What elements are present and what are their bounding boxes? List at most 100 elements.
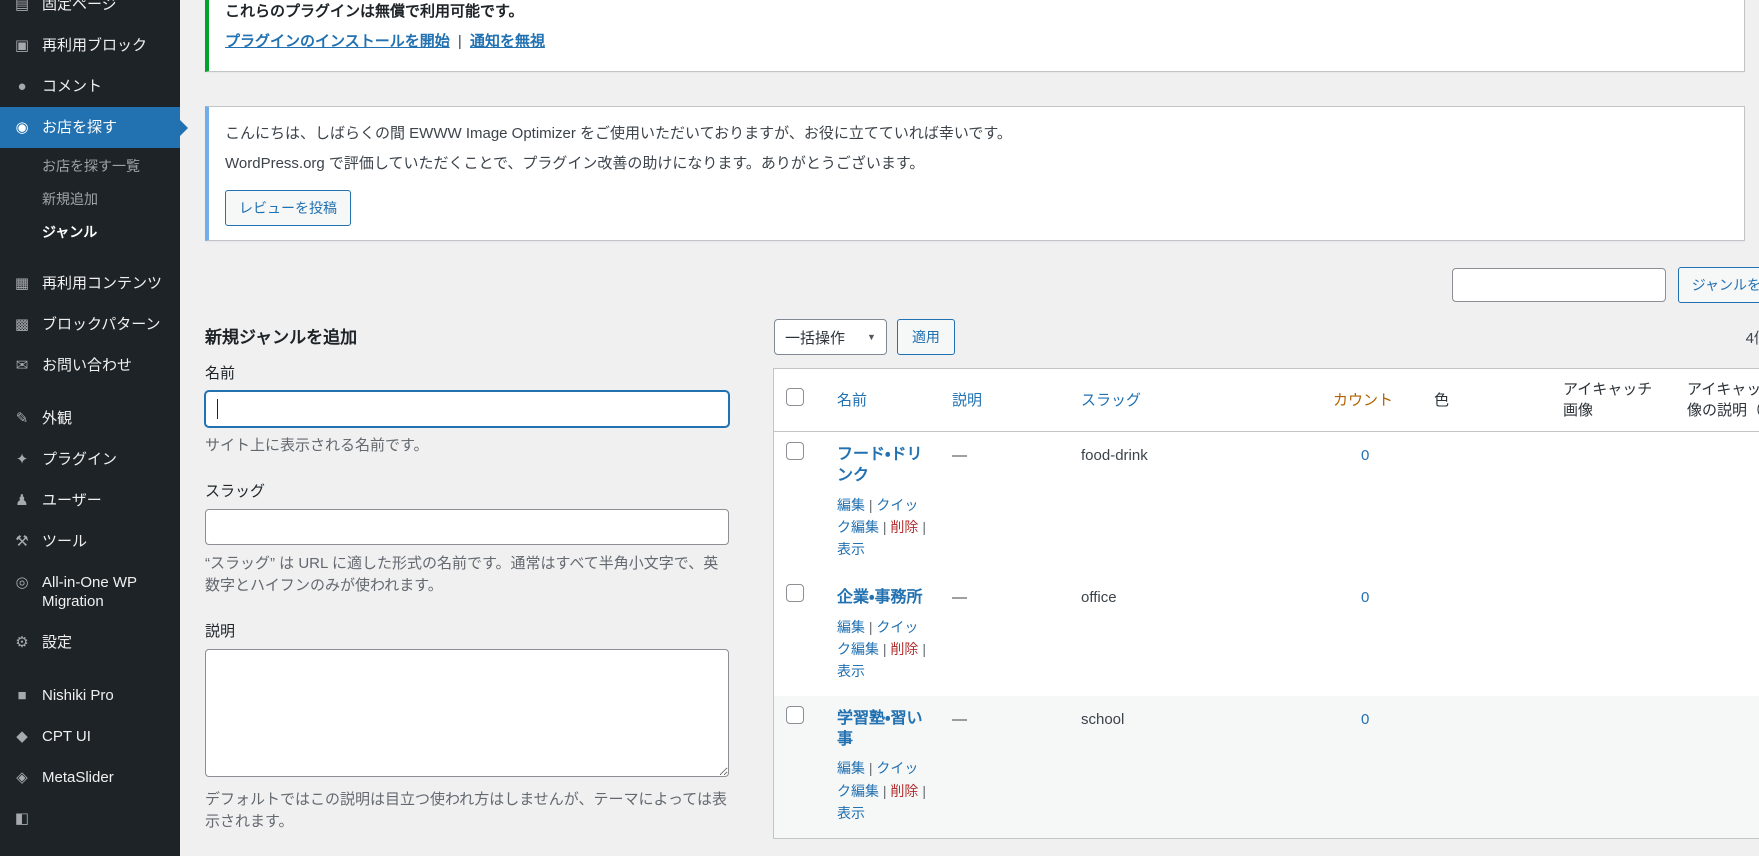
description-field-group: 説明 デフォルトではこの説明は目立つ使われ方はしませんが、テーマによっては表示さ…	[205, 620, 729, 834]
sidebar-item-comments[interactable]: ● コメント	[0, 66, 180, 107]
sidebar-item-settings[interactable]: ⚙ 設定	[0, 622, 180, 663]
image-cell	[1553, 432, 1677, 574]
action-separator: |	[868, 496, 873, 513]
notice-message: これらのプラグインは無償で利用可能です。	[225, 3, 524, 20]
search-input[interactable]	[1451, 268, 1666, 302]
genres-table: 名前 説明 スラッグ カウント 色 アイキャッチ画像 アイキャッチ画像の説明（A…	[774, 369, 1759, 838]
sidebar-item-nishiki-pro[interactable]: ■ Nishiki Pro	[0, 675, 180, 716]
sidebar-item-cpt-ui[interactable]: ◆ CPT UI	[0, 716, 180, 757]
reusable-content-icon: ▦	[14, 275, 30, 292]
sidebar-item-label: お問い合わせ	[42, 357, 133, 374]
name-field-group: 名前 サイト上に表示される名前です。	[205, 362, 729, 458]
action-separator: |	[868, 618, 873, 635]
sidebar-item-appearance[interactable]: ✎ 外観	[0, 398, 180, 439]
sidebar-item-contact[interactable]: ✉ お問い合わせ	[0, 345, 180, 386]
description-description: デフォルトではこの説明は目立つ使われ方はしませんが、テーマによっては表示されます…	[205, 790, 728, 831]
admin-sidebar: ▤ 固定ページ ▣ 再利用ブロック ● コメント ◉ お店を探す お店を探す一覧…	[0, 0, 180, 856]
dismiss-notice-link[interactable]: 通知を無視	[470, 33, 545, 50]
sidebar-item-reusable-content[interactable]: ▦ 再利用コンテンツ	[0, 263, 180, 304]
delete-link[interactable]: 削除	[890, 519, 918, 535]
view-link[interactable]: 表示	[837, 663, 865, 679]
slug-cell: office	[1081, 588, 1117, 606]
sidebar-item-label: 固定ページ	[42, 0, 117, 13]
submenu-item-store-list[interactable]: お店を探す一覧	[0, 150, 180, 183]
view-link[interactable]: 表示	[837, 805, 865, 821]
sidebar-item-label: 再利用コンテンツ	[42, 275, 163, 292]
description-textarea[interactable]	[205, 648, 729, 777]
pages-icon: ▤	[14, 0, 30, 13]
count-link[interactable]: 0	[1361, 711, 1369, 728]
submenu-item-genre[interactable]: ジャンル	[0, 216, 180, 249]
count-link[interactable]: 0	[1361, 447, 1369, 464]
view-link[interactable]: 表示	[837, 541, 865, 557]
search-genres-button[interactable]: ジャンルを検索	[1677, 267, 1759, 303]
select-cell	[774, 574, 827, 696]
image-cell	[1553, 574, 1677, 696]
sidebar-item-metaslider[interactable]: ◈ MetaSlider	[0, 757, 180, 798]
name-cell: 学習塾・習い事 編集 | クイック編集 | 削除 | 表示	[827, 696, 942, 838]
select-cell	[774, 696, 827, 838]
users-icon: ♟	[15, 492, 29, 509]
plugins-icon: ✦	[15, 451, 29, 468]
edit-link[interactable]: 編集	[837, 497, 865, 513]
column-header-slug[interactable]: スラッグ	[1071, 369, 1323, 432]
header-row: 名前 説明 スラッグ カウント 色 アイキャッチ画像 アイキャッチ画像の説明（A…	[774, 369, 1759, 432]
apply-button[interactable]: 適用	[896, 319, 955, 355]
slug-description: “スラッグ” は URL に適した形式の名前です。通常はすべて半角小文字で、英数…	[205, 554, 719, 595]
bulk-actions-select[interactable]: 一括操作 ▼	[774, 319, 887, 355]
description-cell: —	[952, 588, 967, 606]
sidebar-item-wp-migration[interactable]: ◎ All-in-One WP Migration	[0, 562, 180, 622]
table-row: フード・ドリンク 編集 | クイック編集 | 削除 | 表示 — food-dr…	[774, 432, 1759, 574]
sidebar-item-reusable-blocks[interactable]: ▣ 再利用ブロック	[0, 25, 180, 66]
term-name-link[interactable]: 企業・事務所	[837, 588, 922, 609]
column-header-count[interactable]: カウント	[1323, 369, 1424, 432]
sidebar-item-block-patterns[interactable]: ▩ ブロックパターン	[0, 304, 180, 345]
term-name-link[interactable]: フード・ドリンク	[837, 445, 932, 487]
comments-icon: ●	[17, 78, 27, 95]
select-row-checkbox[interactable]	[786, 442, 804, 460]
term-name-link[interactable]: 学習塾・習い事	[837, 709, 932, 751]
sidebar-item-label: All-in-One WP Migration	[42, 574, 137, 610]
delete-link[interactable]: 削除	[890, 641, 918, 657]
sidebar-item-pages[interactable]: ▤ 固定ページ	[0, 0, 180, 25]
row-actions: 編集 | クイック編集 | 削除 | 表示	[837, 616, 932, 683]
name-input[interactable]	[205, 391, 729, 427]
review-notice-line1: こんにちは、しばらくの間 EWWW Image Optimizer をご使用いた…	[225, 124, 1012, 142]
action-separator: |	[882, 782, 887, 799]
metaslider-icon: ◈	[16, 769, 28, 786]
name-cell: 企業・事務所 編集 | クイック編集 | 削除 | 表示	[827, 574, 942, 696]
slug-cell: food-drink	[1081, 447, 1148, 464]
menu-separator	[0, 386, 180, 398]
select-all-checkbox[interactable]	[786, 387, 804, 406]
name-label: 名前	[205, 365, 236, 382]
edit-link[interactable]: 編集	[837, 760, 865, 776]
action-separator: |	[922, 518, 926, 535]
color-cell	[1424, 696, 1553, 838]
name-cell: フード・ドリンク 編集 | クイック編集 | 削除 | 表示	[827, 432, 942, 574]
edit-link[interactable]: 編集	[837, 619, 865, 635]
contact-icon: ✉	[15, 357, 29, 374]
count-link[interactable]: 0	[1361, 589, 1369, 606]
description-cell: —	[952, 447, 967, 464]
image-alt-cell	[1677, 574, 1759, 696]
color-cell	[1424, 574, 1553, 696]
slug-input[interactable]	[205, 508, 729, 545]
column-header-name[interactable]: 名前	[827, 369, 942, 432]
post-review-button[interactable]: レビューを投稿	[225, 190, 351, 226]
sidebar-item-store-locator[interactable]: ◉ お店を探す	[0, 107, 180, 148]
tablenav-top: 一括操作 ▼ 適用 4個の項目	[774, 319, 1759, 355]
sidebar-item-tools[interactable]: ⚒ ツール	[0, 521, 180, 562]
block-patterns-icon: ▩	[14, 316, 30, 333]
sidebar-item-plugins[interactable]: ✦ プラグイン	[0, 439, 180, 480]
tools-icon: ⚒	[15, 533, 29, 550]
select-row-checkbox[interactable]	[786, 705, 804, 724]
reusable-blocks-icon: ▣	[14, 37, 30, 54]
column-header-description[interactable]: 説明	[942, 369, 1071, 432]
delete-link[interactable]: 削除	[890, 783, 918, 799]
begin-install-link[interactable]: プラグインのインストールを開始	[225, 33, 450, 50]
sidebar-item-partial[interactable]: ◧	[0, 798, 180, 839]
sidebar-item-users[interactable]: ♟ ユーザー	[0, 480, 180, 521]
submenu-item-add-new[interactable]: 新規追加	[0, 183, 180, 216]
select-row-checkbox[interactable]	[786, 583, 804, 602]
sidebar-item-label: MetaSlider	[42, 769, 114, 786]
